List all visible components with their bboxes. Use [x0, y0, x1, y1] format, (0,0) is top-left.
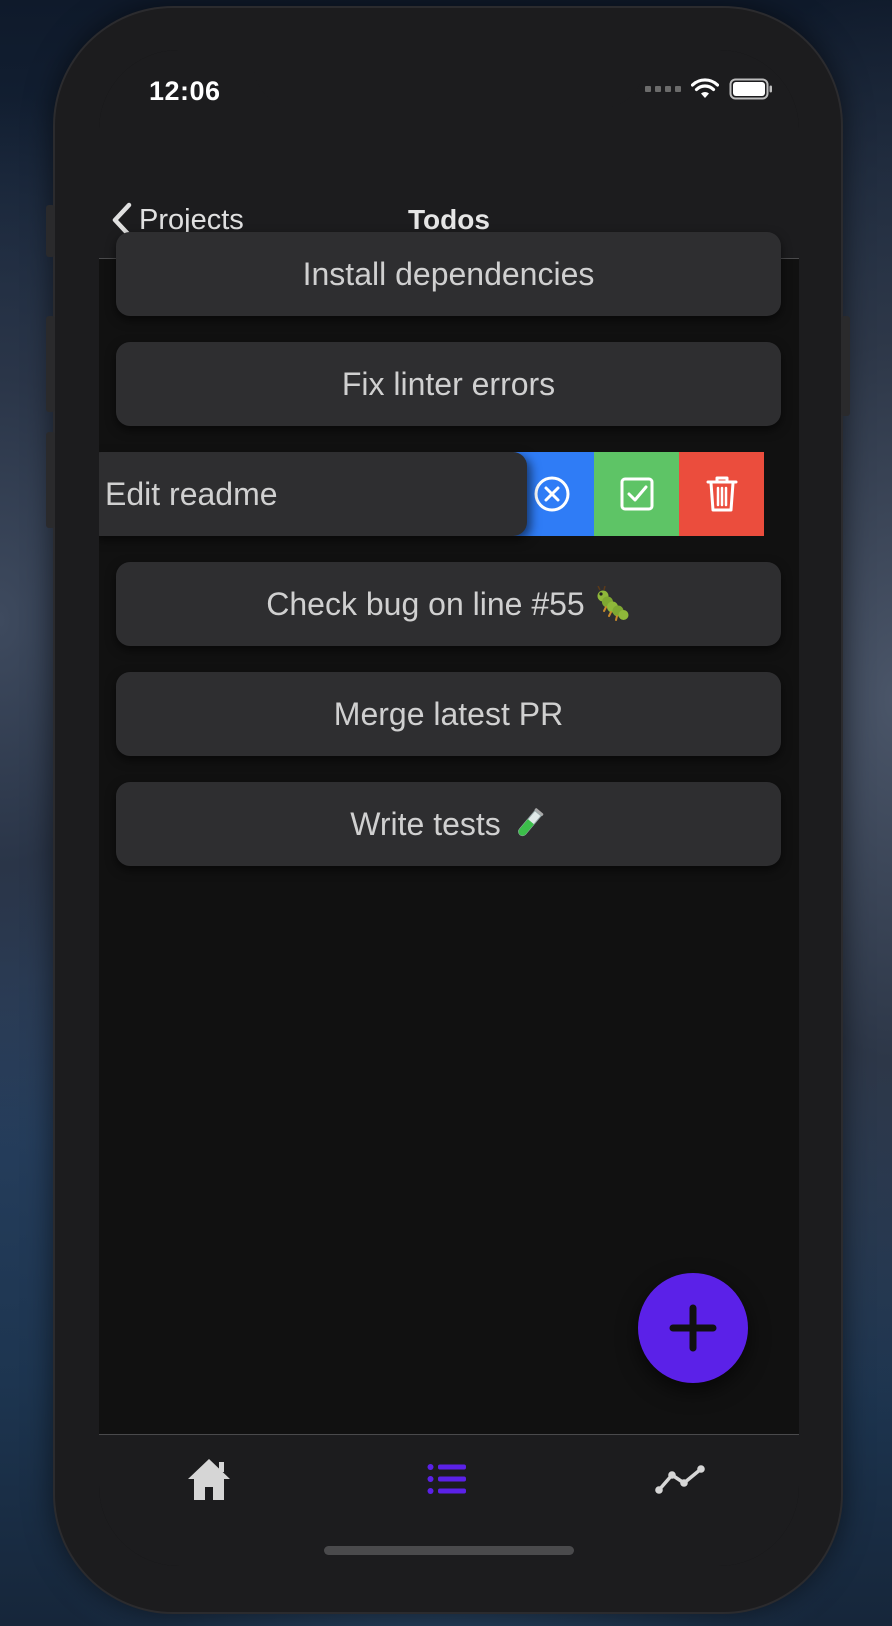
- volume-up-button: [46, 316, 55, 412]
- volume-down-button: [46, 432, 55, 528]
- camera-notch: [254, 50, 644, 108]
- todo-item[interactable]: Edit readme: [99, 452, 527, 536]
- add-todo-button[interactable]: [638, 1273, 748, 1383]
- test-tube-emoji-icon: [511, 806, 547, 842]
- home-icon: [188, 1459, 230, 1500]
- todo-item[interactable]: Merge latest PR: [116, 672, 781, 756]
- list-icon: [427, 1464, 466, 1494]
- phone-screen: Projects Todos 12:06 Install dependencie…: [99, 50, 799, 1566]
- status-time: 12:06: [149, 76, 221, 106]
- swipe-actions: [509, 452, 781, 536]
- todo-label: Check bug on line #55: [266, 585, 585, 622]
- power-button: [841, 316, 850, 416]
- todo-item[interactable]: Write tests: [116, 782, 781, 866]
- todo-label: Write tests: [350, 805, 501, 842]
- todo-label: Install dependencies: [302, 255, 595, 292]
- plus-icon: [669, 1304, 717, 1352]
- delete-action-button[interactable]: [679, 452, 764, 536]
- home-indicator[interactable]: [324, 1546, 574, 1555]
- wifi-icon: [691, 78, 719, 98]
- cellular-signal-icon: [645, 86, 681, 92]
- close-circle-icon: [534, 476, 569, 512]
- todo-item[interactable]: Check bug on line #55: [116, 562, 781, 646]
- todo-item[interactable]: Fix linter errors: [116, 342, 781, 426]
- tab-home[interactable]: [149, 1449, 269, 1509]
- mute-switch: [46, 205, 55, 257]
- battery-icon: [729, 78, 772, 100]
- chart-line-icon: [655, 1465, 705, 1494]
- tab-stats[interactable]: [620, 1449, 740, 1509]
- todo-item[interactable]: Install dependencies: [116, 232, 781, 316]
- todo-item-swiped: Edit readme: [99, 452, 781, 536]
- todo-label: Fix linter errors: [341, 365, 556, 402]
- todo-label: Edit readme: [105, 475, 278, 512]
- tab-todos[interactable]: [387, 1449, 507, 1509]
- todo-label: Merge latest PR: [333, 695, 564, 732]
- trash-icon: [706, 476, 737, 512]
- status-icons: [645, 78, 773, 100]
- complete-action-button[interactable]: [594, 452, 679, 536]
- caterpillar-emoji-icon: [595, 586, 631, 622]
- checkbox-icon: [620, 477, 653, 511]
